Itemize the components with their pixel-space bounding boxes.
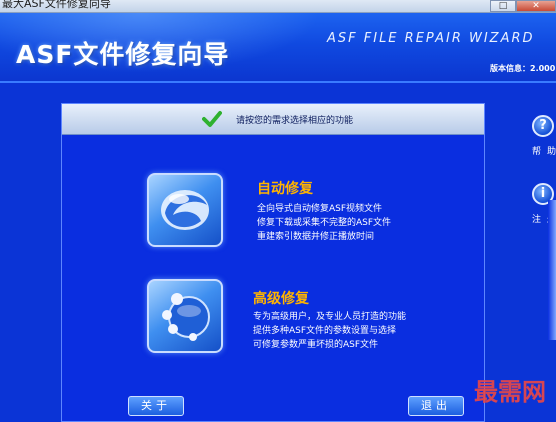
advanced-repair-line-3: 可修复参数严重坏损的ASF文件	[253, 340, 379, 350]
panel-header: 请按您的需求选择相应的功能	[62, 104, 484, 135]
auto-repair-icon[interactable]	[147, 173, 223, 247]
auto-repair-line-2: 修复下载或采集不完整的ASF文件	[257, 218, 392, 228]
auto-repair-line-3: 重建索引数据并修正播放时间	[257, 232, 375, 242]
panel-prompt: 请按您的需求选择相应的功能	[236, 116, 354, 126]
app-header: ASF文件修复向导 ASF FILE REPAIR WIZARD 版本信息：2.…	[0, 13, 556, 83]
help-button[interactable]: ? 帮助	[532, 115, 556, 157]
maximize-button[interactable]: □	[490, 0, 516, 12]
header-divider	[0, 81, 556, 83]
watermark: 最需网	[474, 377, 546, 406]
auto-repair-line-1: 全向导式自动修复ASF视频文件	[257, 204, 383, 214]
app-title: ASF文件修复向导	[16, 40, 230, 69]
advanced-repair-description: 专为高级用户，及专业人员打造的功能 提供多种ASF文件的参数设置与选择 可修复参…	[253, 310, 406, 352]
advanced-repair-icon[interactable]	[147, 279, 223, 353]
swirl-icon	[161, 190, 209, 230]
advanced-repair-line-2: 提供多种ASF文件的参数设置与选择	[253, 326, 397, 336]
close-button[interactable]: ✕	[516, 0, 556, 12]
window-title: 最大ASF文件修复向导	[2, 0, 111, 10]
check-icon	[202, 111, 222, 127]
auto-repair-description: 全向导式自动修复ASF视频文件 修复下载或采集不完整的ASF文件 重建索引数据并…	[257, 202, 391, 244]
about-button[interactable]: 关于	[128, 396, 184, 416]
molecule-icon	[162, 293, 210, 341]
right-edge-scroll	[548, 200, 556, 340]
function-panel: 请按您的需求选择相应的功能 自动修复 全向导式自动修复ASF视频文件 修复下载或…	[61, 103, 485, 422]
window-titlebar: 最大ASF文件修复向导 □ ✕	[0, 0, 556, 13]
exit-button[interactable]: 退出	[408, 396, 464, 416]
help-label: 帮助	[532, 147, 556, 157]
advanced-repair-title[interactable]: 高级修复	[253, 288, 309, 308]
auto-repair-title[interactable]: 自动修复	[257, 178, 313, 198]
help-icon: ?	[532, 115, 554, 137]
english-title: ASF FILE REPAIR WIZARD	[327, 31, 535, 46]
version-info: 版本信息：2.000	[490, 64, 556, 73]
advanced-repair-line-1: 专为高级用户，及专业人员打造的功能	[253, 312, 407, 322]
